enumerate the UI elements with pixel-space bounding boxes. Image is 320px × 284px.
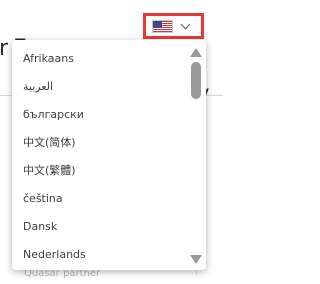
language-option-czech[interactable]: čeština bbox=[12, 185, 178, 213]
page: r E y Quasar partner Afrikaans العربية б… bbox=[0, 0, 223, 284]
language-option-bulgarian[interactable]: български bbox=[12, 101, 178, 129]
scrollbar-thumb[interactable] bbox=[191, 62, 201, 99]
language-option-arabic[interactable]: العربية bbox=[12, 73, 178, 101]
language-option-danish[interactable]: Dansk bbox=[12, 213, 178, 241]
us-flag-icon bbox=[152, 19, 173, 33]
language-option-chinese-simplified[interactable]: 中文(简体) bbox=[12, 129, 178, 157]
triangle-up-icon[interactable] bbox=[190, 48, 202, 57]
triangle-down-icon[interactable] bbox=[190, 255, 202, 264]
dropdown-scrollbar[interactable] bbox=[188, 40, 206, 270]
language-selector-button[interactable] bbox=[143, 13, 204, 39]
language-option-chinese-traditional[interactable]: 中文(繁體) bbox=[12, 157, 178, 185]
chevron-down-icon bbox=[180, 19, 191, 29]
language-dropdown: Afrikaans العربية български 中文(简体) 中文(繁體… bbox=[12, 40, 206, 270]
language-list: Afrikaans العربية български 中文(简体) 中文(繁體… bbox=[12, 40, 178, 269]
language-option-afrikaans[interactable]: Afrikaans bbox=[12, 45, 178, 73]
language-option-dutch[interactable]: Nederlands bbox=[12, 241, 178, 269]
